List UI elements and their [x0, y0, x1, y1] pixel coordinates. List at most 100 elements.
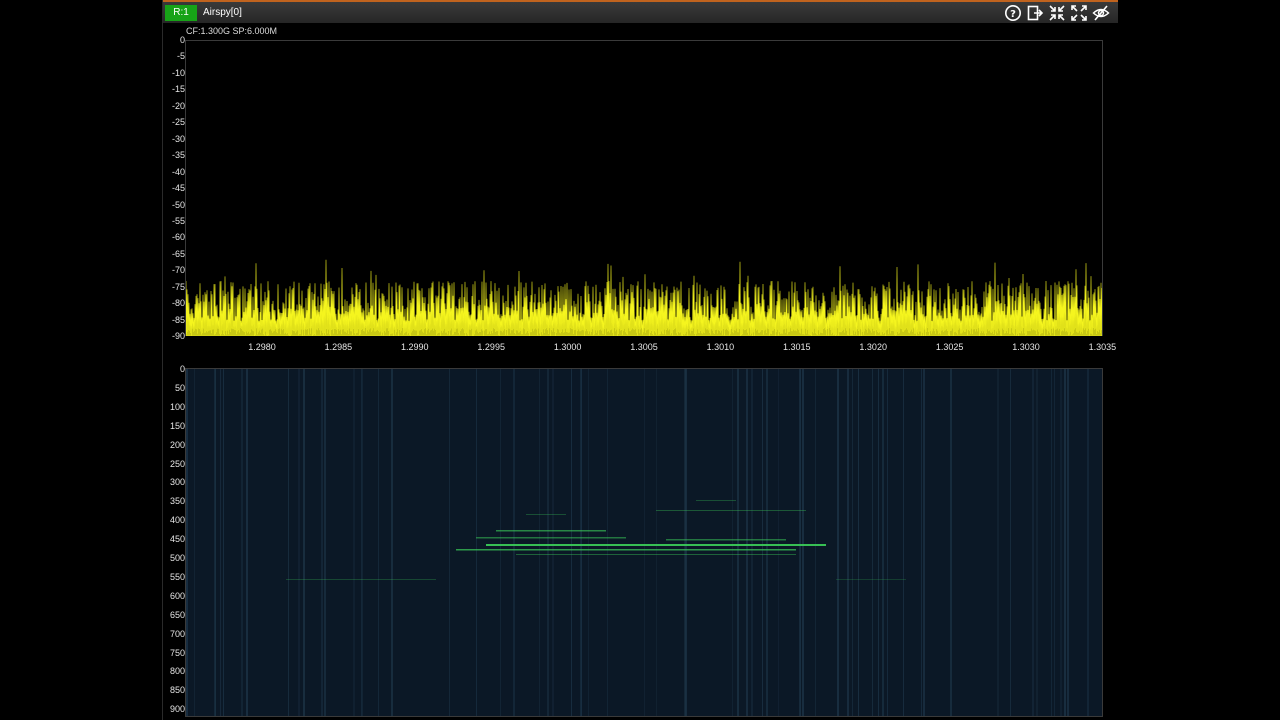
- waterfall-streak: [852, 369, 853, 716]
- waterfall-signal-trace: [476, 537, 626, 539]
- spectrum-y-label: -80: [171, 298, 185, 309]
- spectrum-y-label: -60: [171, 232, 185, 243]
- waterfall-streak: [732, 369, 733, 716]
- spectrum-y-label: -65: [171, 248, 185, 259]
- spectrum-y-label: -10: [171, 67, 185, 78]
- title-icon-group: ?: [1004, 4, 1110, 22]
- waterfall-signal-trace: [696, 500, 736, 501]
- spectrum-x-label: 1.2995: [477, 342, 505, 352]
- spectrum-plot[interactable]: [185, 40, 1103, 336]
- waterfall-y-label: 300: [169, 477, 185, 488]
- expand-icon[interactable]: [1070, 4, 1088, 22]
- waterfall-streak: [449, 369, 450, 716]
- help-icon[interactable]: ?: [1004, 4, 1022, 22]
- waterfall-streak: [882, 369, 884, 716]
- waterfall-streak: [391, 369, 393, 716]
- waterfall-streak: [762, 369, 763, 716]
- waterfall-streak: [223, 369, 224, 716]
- waterfall-streak: [878, 369, 879, 716]
- waterfall-streak: [298, 369, 300, 716]
- spectrum-y-label: -25: [171, 117, 185, 128]
- waterfall-streak: [656, 369, 657, 716]
- spectrum-x-label: 1.3015: [783, 342, 811, 352]
- spectrum-x-axis: 1.2980 1.2985 1.2990 1.2995 1.3000 1.3005 1.30…: [163, 342, 1118, 356]
- waterfall-streak: [1051, 369, 1052, 716]
- waterfall-signal-trace: [486, 544, 826, 546]
- waterfall-streak: [644, 369, 645, 716]
- spectrum-y-label: -45: [171, 183, 185, 194]
- waterfall-streak: [815, 369, 816, 716]
- waterfall-streak: [921, 369, 922, 716]
- waterfall-streak: [378, 369, 379, 716]
- waterfall-plot[interactable]: [185, 368, 1103, 717]
- spectrum-y-label: -20: [171, 100, 185, 111]
- waterfall-y-label: 450: [169, 534, 185, 545]
- waterfall-y-label: 250: [169, 458, 185, 469]
- waterfall-streak: [476, 369, 477, 716]
- spectrum-y-label: -40: [171, 166, 185, 177]
- spectrum-x-label: 1.3030: [1012, 342, 1040, 352]
- waterfall-streak: [1067, 369, 1069, 716]
- waterfall-streak: [513, 369, 515, 716]
- waterfall-streak: [539, 369, 540, 716]
- spectrum-y-label: -5: [176, 51, 185, 62]
- waterfall-streak: [684, 369, 686, 716]
- waterfall-streak: [552, 369, 554, 716]
- waterfall-signal-trace: [496, 530, 606, 532]
- spectrum-y-label: -30: [171, 133, 185, 144]
- waterfall-y-label: 100: [169, 401, 185, 412]
- spectrum-x-label: 1.2985: [324, 342, 353, 352]
- waterfall-streak: [547, 369, 549, 716]
- waterfall-streak: [362, 369, 363, 716]
- waterfall-signal-trace: [456, 549, 796, 551]
- waterfall-signal-trace: [666, 539, 786, 541]
- waterfall-streak: [361, 369, 362, 716]
- waterfall-streak: [220, 369, 221, 716]
- spectrum-y-label: 0: [179, 35, 185, 45]
- waterfall-y-label: 350: [169, 496, 185, 507]
- spectrum-y-label: -15: [171, 84, 185, 95]
- radio-badge[interactable]: R:1: [165, 5, 197, 21]
- spectrum-x-label: 1.3000: [553, 342, 582, 352]
- waterfall-y-label: 650: [169, 609, 185, 620]
- waterfall-signal-trace: [526, 514, 566, 515]
- spectrum-x-label: 1.3025: [935, 342, 964, 352]
- waterfall-image: [186, 369, 1089, 716]
- waterfall-y-label: 750: [169, 647, 185, 658]
- waterfall-y-label: 550: [169, 571, 185, 582]
- waterfall-streak: [872, 369, 873, 716]
- waterfall-y-label: 850: [169, 685, 185, 696]
- export-icon[interactable]: [1026, 4, 1044, 22]
- spectrum-x-label: 1.3010: [706, 342, 735, 352]
- hide-icon[interactable]: [1092, 4, 1110, 22]
- waterfall-y-label: 200: [169, 439, 185, 450]
- waterfall-streak: [997, 369, 999, 716]
- waterfall-streak: [500, 369, 501, 716]
- spectrum-x-label: 1.2990: [401, 342, 429, 352]
- waterfall-y-label: 800: [169, 666, 185, 677]
- waterfall-streak: [1087, 369, 1089, 716]
- title-bar[interactable]: R:1 Airspy[0] ?: [163, 0, 1118, 23]
- waterfall-streak: [215, 369, 216, 716]
- waterfall-streak: [847, 369, 849, 716]
- waterfall-streak: [1060, 369, 1062, 716]
- waterfall-streak: [1036, 369, 1038, 716]
- waterfall-streak: [903, 369, 904, 716]
- waterfall-streak: [1064, 369, 1066, 716]
- waterfall-y-label: 0: [179, 364, 185, 374]
- waterfall-streak: [246, 369, 248, 716]
- waterfall-signal-trace: [516, 554, 796, 555]
- spectrum-x-label: 1.3020: [859, 342, 887, 352]
- waterfall-streak: [737, 369, 739, 716]
- waterfall-streak: [923, 369, 925, 716]
- waterfall-y-label: 400: [169, 515, 185, 526]
- waterfall-y-axis: 0 50 100 150 200 250 300 350 400 450 500 550 600 650 7…: [163, 364, 185, 714]
- waterfall-streak: [186, 369, 188, 716]
- collapse-icon[interactable]: [1048, 4, 1066, 22]
- spectrum-y-label: -90: [171, 331, 185, 342]
- waterfall-streak: [353, 369, 355, 716]
- waterfall-streak: [194, 369, 195, 716]
- waterfall-streak: [887, 369, 888, 716]
- svg-text:?: ?: [1010, 9, 1016, 20]
- waterfall-streak: [321, 369, 323, 716]
